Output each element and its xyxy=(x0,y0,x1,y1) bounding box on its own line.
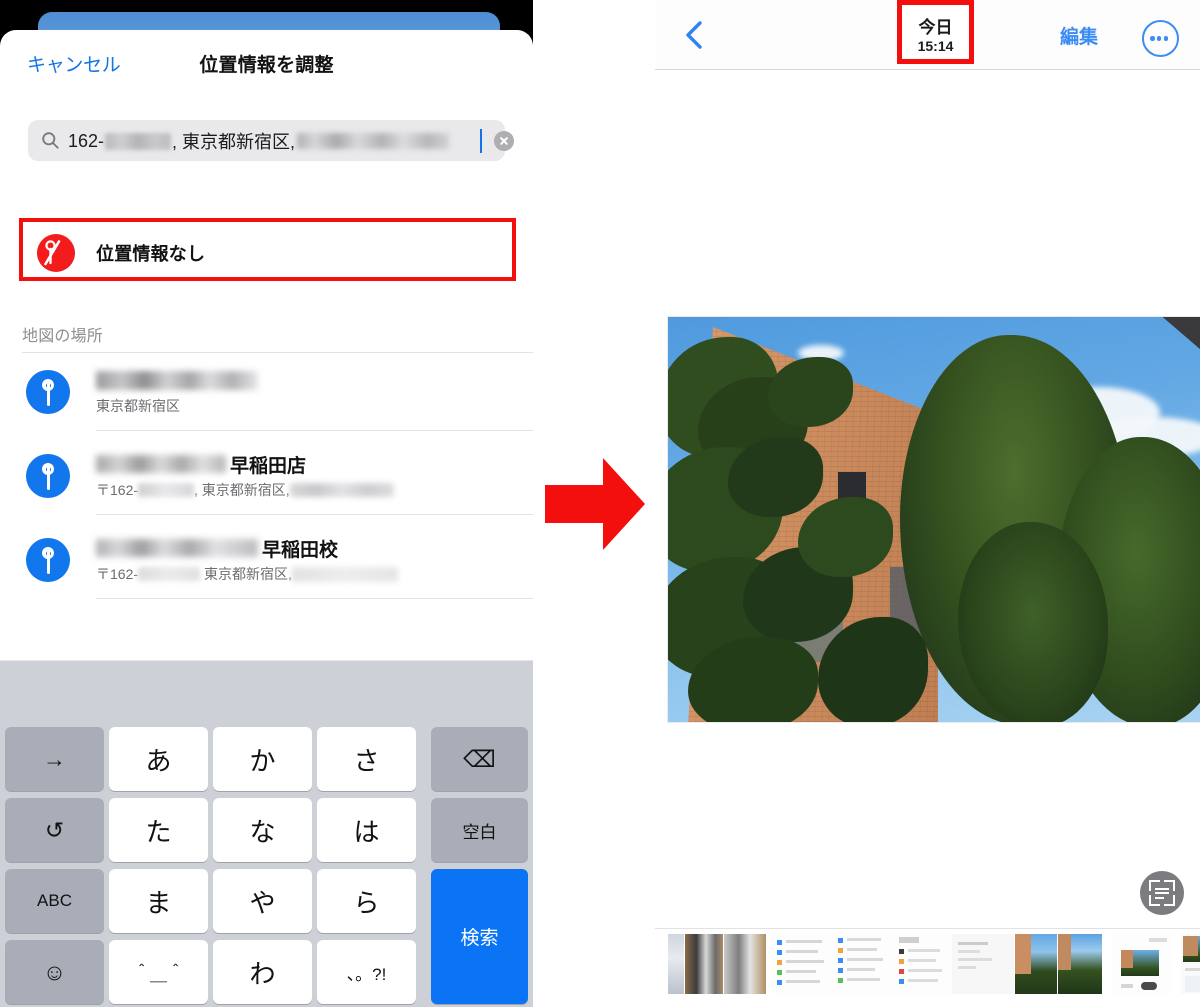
list-item-subtitle: 東京都新宿区 xyxy=(96,396,180,416)
redacted-address xyxy=(291,566,398,582)
subtitle-text: 東京都新宿区 xyxy=(96,398,180,414)
divider xyxy=(655,69,1200,70)
list-item[interactable] xyxy=(1058,934,1102,994)
list-item[interactable]: 早稲田校 〒162- 東京都新宿区, xyxy=(0,524,533,598)
key-emoji[interactable]: ☺ xyxy=(5,940,104,1004)
redacted-place-name xyxy=(96,539,258,557)
list-item[interactable] xyxy=(1103,934,1112,994)
key-punctuation[interactable]: 、。?! xyxy=(317,940,416,1004)
list-item[interactable] xyxy=(1181,934,1200,994)
edit-button[interactable]: 編集 xyxy=(1060,22,1098,49)
title-text: 早稲田店 xyxy=(230,455,307,477)
right-panel: 今日 15:14 編集 xyxy=(655,0,1200,1007)
list-item[interactable] xyxy=(773,934,833,994)
sheet-header: キャンセル 位置情報を調整 xyxy=(0,30,533,94)
list-item-title: 早稲田校 xyxy=(96,536,339,561)
list-item-subtitle: 〒162- 東京都新宿区, xyxy=(96,564,398,584)
key-a[interactable]: あ xyxy=(109,727,208,791)
left-panel: キャンセル 位置情報を調整 162- , 東京都新宿区, 位置情報なし 地図の場所… xyxy=(0,0,533,1007)
map-pin-icon xyxy=(26,538,70,582)
key-ka[interactable]: か xyxy=(213,727,312,791)
no-location-label: 位置情報なし xyxy=(96,244,206,264)
key-ma[interactable]: ま xyxy=(109,869,208,933)
search-value-prefix: 162- xyxy=(68,130,105,151)
key-wa[interactable]: わ xyxy=(213,940,312,1004)
search-value-mid: , 東京都新宿区, xyxy=(172,132,296,152)
key-ha[interactable]: は xyxy=(317,798,416,862)
divider xyxy=(22,352,533,353)
redacted-place-name xyxy=(96,455,226,473)
photo-nav-bar: 今日 15:14 編集 xyxy=(655,0,1200,70)
title-text: 早稲田校 xyxy=(262,539,339,561)
photo-date-badge: 今日 15:14 xyxy=(897,0,974,64)
list-item[interactable] xyxy=(952,934,1014,994)
key-ya[interactable]: や xyxy=(213,869,312,933)
map-pin-icon xyxy=(26,454,70,498)
photo-date-time: 15:14 xyxy=(917,38,954,54)
list-item-title xyxy=(96,368,258,392)
key-arrow-right[interactable]: → xyxy=(5,727,104,791)
search-input-value[interactable]: 162- , 東京都新宿区, xyxy=(68,130,451,152)
redacted-address xyxy=(297,133,450,149)
key-undo[interactable]: ↺ xyxy=(5,798,104,862)
photo-thumbnail-strip[interactable] xyxy=(668,934,1200,994)
key-search[interactable]: 検索 xyxy=(431,869,528,1004)
key-sa[interactable]: さ xyxy=(317,727,416,791)
photo-tree xyxy=(958,522,1108,722)
redacted-postal-code xyxy=(105,132,172,150)
list-item[interactable] xyxy=(1174,934,1180,994)
key-abc[interactable]: ABC xyxy=(5,869,104,933)
list-item-title: 早稲田店 xyxy=(96,452,307,477)
list-item[interactable] xyxy=(895,934,951,994)
list-item-subtitle: 〒162- , 東京都新宿区, xyxy=(96,480,394,500)
red-right-arrow xyxy=(545,458,645,550)
list-item[interactable] xyxy=(834,934,894,994)
section-header-map-places: 地図の場所 xyxy=(22,328,104,345)
key-ra[interactable]: ら xyxy=(317,869,416,933)
list-item[interactable] xyxy=(668,934,684,994)
list-item[interactable] xyxy=(724,934,766,994)
divider xyxy=(96,430,533,431)
subtitle-text: , 東京都新宿区, xyxy=(194,482,290,498)
key-backspace[interactable]: ⌫ xyxy=(431,727,528,791)
redacted-address xyxy=(289,483,394,497)
subtitle-text: 東京都新宿区, xyxy=(204,566,292,582)
screenshot-root: キャンセル 位置情報を調整 162- , 東京都新宿区, 位置情報なし 地図の場所… xyxy=(0,0,1200,1007)
no-location-row[interactable]: 位置情報なし xyxy=(19,218,516,281)
key-na[interactable]: な xyxy=(213,798,312,862)
key-kaomoji[interactable]: ＾＿＾ xyxy=(109,940,208,1004)
divider xyxy=(96,598,533,599)
redacted-place-name xyxy=(96,370,258,390)
page-title: 位置情報を調整 xyxy=(199,55,334,76)
list-item[interactable]: 東京都新宿区 xyxy=(0,356,533,430)
subtitle-prefix: 〒162- xyxy=(96,566,139,582)
list-item[interactable] xyxy=(767,934,772,994)
list-item[interactable] xyxy=(1015,934,1057,994)
search-field[interactable]: 162- , 東京都新宿区, xyxy=(28,120,514,161)
text-caret xyxy=(480,129,482,153)
live-text-scan-icon[interactable] xyxy=(1140,871,1184,915)
list-item[interactable] xyxy=(1113,934,1173,994)
key-space[interactable]: 空白 xyxy=(431,798,528,862)
clear-icon[interactable] xyxy=(494,131,514,151)
location-slash-icon xyxy=(37,234,75,272)
main-photo[interactable] xyxy=(668,317,1200,722)
redacted-postal xyxy=(138,483,195,497)
japanese-keyboard[interactable]: → あかさ ⌫ ↺ たなは空白 ABC まやら検索 ☺ ＾＿＾ わ、。?! xyxy=(0,660,533,1007)
list-item[interactable] xyxy=(685,934,723,994)
divider xyxy=(655,928,1200,929)
redacted-postal xyxy=(138,567,201,581)
ellipsis-circle-icon[interactable] xyxy=(1142,20,1179,57)
divider xyxy=(96,514,533,515)
photo-date-day: 今日 xyxy=(918,18,953,37)
key-ta[interactable]: た xyxy=(109,798,208,862)
chevron-left-icon[interactable] xyxy=(683,20,707,50)
list-item[interactable]: 早稲田店 〒162- , 東京都新宿区, xyxy=(0,440,533,514)
search-icon xyxy=(42,132,59,149)
map-pin-icon xyxy=(26,370,70,414)
subtitle-prefix: 〒162- xyxy=(96,482,139,498)
